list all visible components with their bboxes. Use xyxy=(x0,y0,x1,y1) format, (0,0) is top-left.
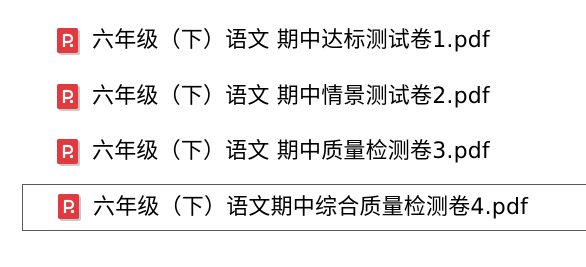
pdf-file-icon xyxy=(57,138,80,166)
pdf-file-icon xyxy=(57,27,80,55)
file-name: 六年级（下）语文 期中情景测试卷2.pdf xyxy=(92,84,490,109)
file-list: 六年级（下）语文 期中达标测试卷1.pdf 六年级（下）语文 期中情景测试卷2.… xyxy=(0,0,586,267)
file-name: 六年级（下）语文 期中达标测试卷1.pdf xyxy=(92,28,490,53)
file-item-pdf-2[interactable]: 六年级（下）语文 期中情景测试卷2.pdf xyxy=(57,77,490,117)
file-name: 六年级（下）语文期中综合质量检测卷4.pdf xyxy=(93,194,529,220)
file-item-pdf-1[interactable]: 六年级（下）语文 期中达标测试卷1.pdf xyxy=(57,21,490,61)
pdf-file-icon xyxy=(57,83,80,111)
file-item-pdf-3[interactable]: 六年级（下）语文 期中质量检测卷3.pdf xyxy=(57,132,490,172)
pdf-file-icon xyxy=(58,194,81,221)
file-item-pdf-4-selected[interactable]: 六年级（下）语文期中综合质量检测卷4.pdf xyxy=(22,184,586,231)
file-name: 六年级（下）语文 期中质量检测卷3.pdf xyxy=(92,139,490,164)
